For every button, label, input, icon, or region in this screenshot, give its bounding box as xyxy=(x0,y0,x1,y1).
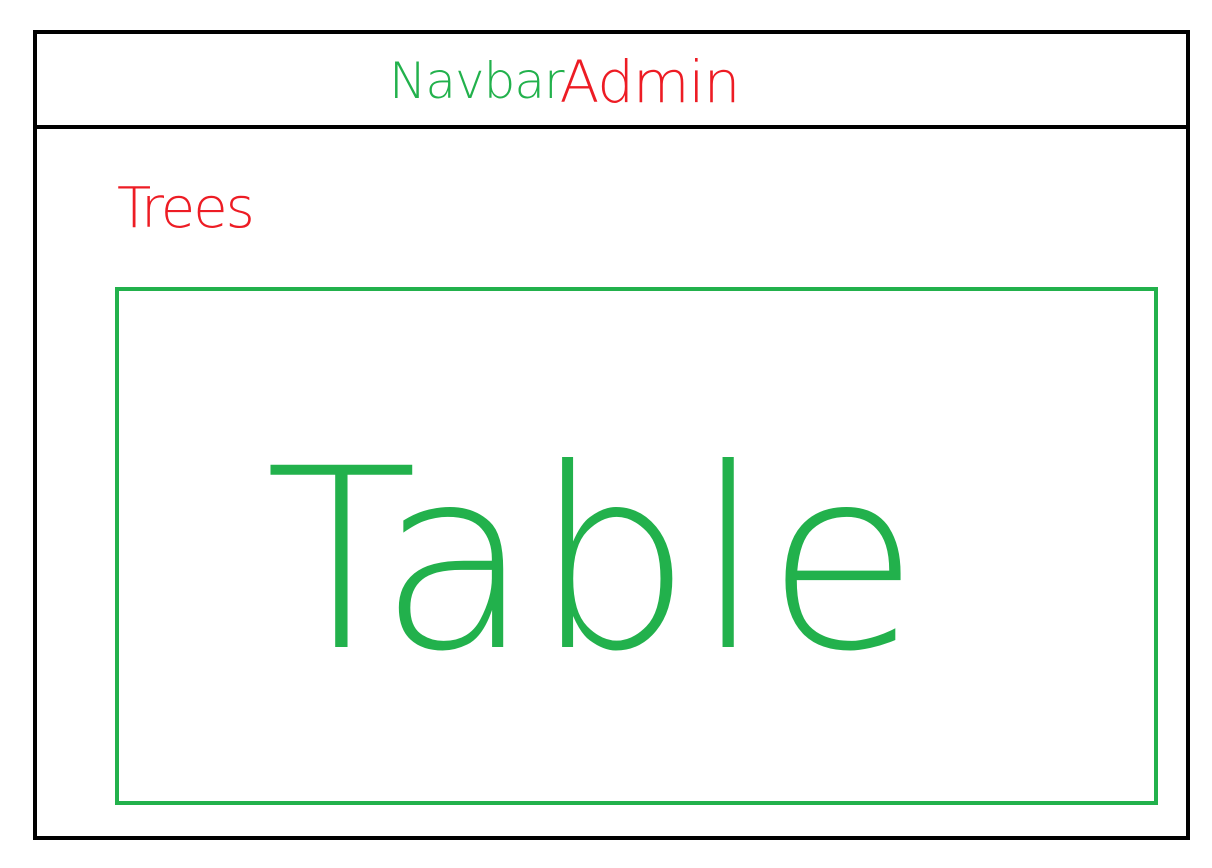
table-placeholder[interactable]: Table xyxy=(115,287,1158,805)
navbar-label: Navbar xyxy=(389,52,565,110)
navbar-title: NavbarAdmin xyxy=(389,48,741,112)
table-label: Table xyxy=(265,415,922,706)
navbar-admin-label[interactable]: Admin xyxy=(560,52,741,112)
page-heading: Trees xyxy=(117,176,255,241)
navbar: NavbarAdmin xyxy=(37,34,1186,129)
app-frame: NavbarAdmin Trees Table xyxy=(33,30,1190,840)
